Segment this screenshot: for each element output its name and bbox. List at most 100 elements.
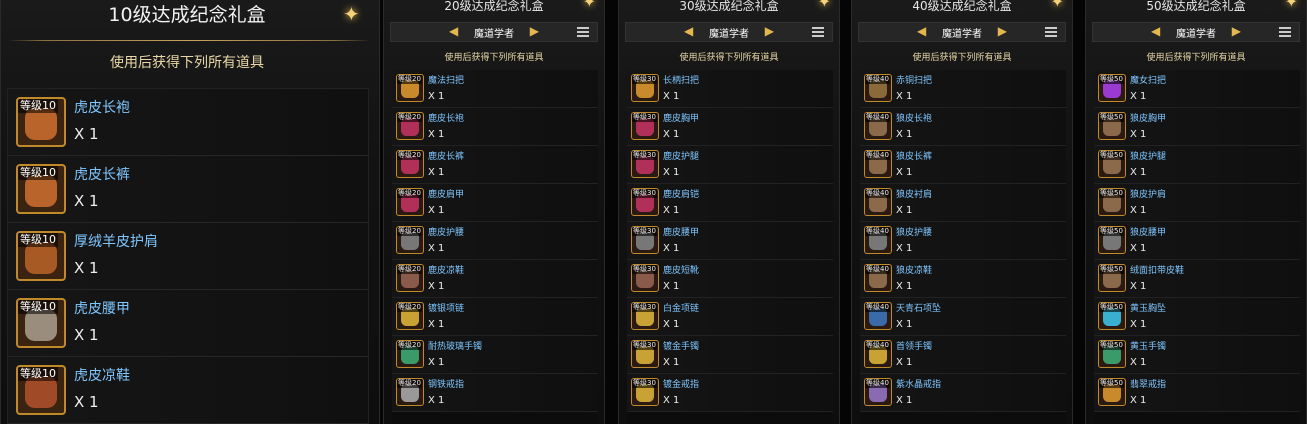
reward-item[interactable]: 等级40 首领手镯 X 1	[860, 336, 1066, 374]
item-icon[interactable]: 等级20	[396, 302, 424, 330]
reward-item[interactable]: 等级40 狼皮长袍 X 1	[860, 108, 1066, 146]
arrow-right-icon[interactable]: ▶	[530, 24, 539, 38]
reward-list[interactable]: 等级30 长柄扫把 X 1 等级30 鹿皮胸甲 X 1 等级30 鹿皮护腿 X 1 等级30 鹿皮肩…	[627, 70, 833, 424]
reward-item[interactable]: 等级40 狼皮长裤 X 1	[860, 146, 1066, 184]
reward-item[interactable]: 等级50 魔女扫把 X 1	[1094, 70, 1300, 108]
reward-item[interactable]: 等级40 赤铜扫把 X 1	[860, 70, 1066, 108]
item-shoulder-icon[interactable]: 等级10	[16, 231, 66, 281]
item-icon[interactable]: 等级20	[396, 188, 424, 216]
reward-item[interactable]: 等级40 天青石项坠 X 1	[860, 298, 1066, 336]
class-selector[interactable]: ◀ 魔道学者 ▶	[858, 22, 1066, 42]
reward-item[interactable]: 等级30 鹿皮护腿 X 1	[627, 146, 833, 184]
reward-item[interactable]: 等级30 镀金戒指 X 1	[627, 374, 833, 412]
item-icon[interactable]: 等级40	[864, 340, 892, 368]
item-icon[interactable]: 等级30	[631, 340, 659, 368]
item-icon[interactable]: 等级30	[631, 264, 659, 292]
reward-item[interactable]: 等级30 鹿皮腰甲 X 1	[627, 222, 833, 260]
item-icon[interactable]: 等级20	[396, 150, 424, 178]
class-selector[interactable]: ◀ 魔道学者 ▶	[625, 22, 833, 42]
item-icon[interactable]: 等级20	[396, 226, 424, 254]
reward-item[interactable]: 等级50 狼皮胸甲 X 1	[1094, 108, 1300, 146]
reward-item[interactable]: 等级20 鹿皮肩甲 X 1	[392, 184, 598, 222]
item-icon[interactable]: 等级30	[631, 226, 659, 254]
reward-item[interactable]: 等级20 鹿皮护腰 X 1	[392, 222, 598, 260]
reward-item[interactable]: 等级20 鹿皮长袍 X 1	[392, 108, 598, 146]
item-icon[interactable]: 等级40	[864, 74, 892, 102]
reward-list[interactable]: 等级40 赤铜扫把 X 1 等级40 狼皮长袍 X 1 等级40 狼皮长裤 X 1 等级40 狼皮衬…	[860, 70, 1066, 424]
item-icon[interactable]: 等级20	[396, 74, 424, 102]
reward-item[interactable]: 等级40 狼皮衬肩 X 1	[860, 184, 1066, 222]
reward-item[interactable]: 等级50 狼皮护腿 X 1	[1094, 146, 1300, 184]
reward-item[interactable]: 等级20 魔法扫把 X 1	[392, 70, 598, 108]
reward-item[interactable]: 等级10 虎皮长裤 X 1	[8, 156, 368, 223]
item-icon[interactable]: 等级50	[1098, 74, 1126, 102]
reward-item[interactable]: 等级50 绒面扣带皮鞋 X 1	[1094, 260, 1300, 298]
reward-item[interactable]: 等级50 黄玉胸坠 X 1	[1094, 298, 1300, 336]
reward-item[interactable]: 等级10 厚绒羊皮护肩 X 1	[8, 223, 368, 290]
list-icon[interactable]	[577, 27, 589, 37]
item-icon[interactable]: 等级40	[864, 188, 892, 216]
item-icon[interactable]: 等级50	[1098, 264, 1126, 292]
item-icon[interactable]: 等级30	[631, 188, 659, 216]
arrow-right-icon[interactable]: ▶	[765, 24, 774, 38]
item-icon[interactable]: 等级30	[631, 74, 659, 102]
item-belt-icon[interactable]: 等级10	[16, 298, 66, 348]
item-icon[interactable]: 等级30	[631, 112, 659, 140]
reward-item[interactable]: 等级30 鹿皮胸甲 X 1	[627, 108, 833, 146]
item-icon[interactable]: 等级20	[396, 340, 424, 368]
item-icon[interactable]: 等级40	[864, 226, 892, 254]
item-icon[interactable]: 等级50	[1098, 378, 1126, 406]
reward-item[interactable]: 等级30 长柄扫把 X 1	[627, 70, 833, 108]
reward-item[interactable]: 等级20 鹿皮长裤 X 1	[392, 146, 598, 184]
reward-item[interactable]: 等级40 狼皮护腰 X 1	[860, 222, 1066, 260]
reward-item[interactable]: 等级50 翡翠戒指 X 1	[1094, 374, 1300, 412]
item-icon[interactable]: 等级50	[1098, 302, 1126, 330]
reward-item[interactable]: 等级30 镀金手镯 X 1	[627, 336, 833, 374]
reward-item[interactable]: 等级30 鹿皮肩铠 X 1	[627, 184, 833, 222]
reward-item[interactable]: 等级10 虎皮腰甲 X 1	[8, 290, 368, 357]
class-selector[interactable]: ◀ 魔道学者 ▶	[1092, 22, 1300, 42]
reward-item[interactable]: 等级50 狼皮护肩 X 1	[1094, 184, 1300, 222]
reward-item[interactable]: 等级40 狼皮凉鞋 X 1	[860, 260, 1066, 298]
item-icon[interactable]: 等级50	[1098, 226, 1126, 254]
reward-item[interactable]: 等级40 紫水晶戒指 X 1	[860, 374, 1066, 412]
reward-item[interactable]: 等级10 虎皮长袍 X 1	[8, 89, 368, 156]
reward-list[interactable]: 等级10 虎皮长袍 X 1 等级10 虎皮长裤 X 1 等级10 厚绒羊皮护肩 …	[7, 88, 369, 424]
arrow-right-icon[interactable]: ▶	[998, 24, 1007, 38]
item-icon[interactable]: 等级30	[631, 302, 659, 330]
item-icon[interactable]: 等级40	[864, 302, 892, 330]
reward-item[interactable]: 等级20 耐热玻璃手镯 X 1	[392, 336, 598, 374]
item-robe-icon[interactable]: 等级10	[16, 97, 66, 147]
item-pants-icon[interactable]: 等级10	[16, 164, 66, 214]
item-icon[interactable]: 等级50	[1098, 150, 1126, 178]
reward-item[interactable]: 等级20 钢铁戒指 X 1	[392, 374, 598, 412]
reward-item[interactable]: 等级20 镀银项链 X 1	[392, 298, 598, 336]
reward-list[interactable]: 等级50 魔女扫把 X 1 等级50 狼皮胸甲 X 1 等级50 狼皮护腿 X 1 等级50 狼皮护…	[1094, 70, 1300, 424]
item-icon[interactable]: 等级50	[1098, 340, 1126, 368]
item-icon[interactable]: 等级20	[396, 378, 424, 406]
reward-item[interactable]: 等级50 黄玉手镯 X 1	[1094, 336, 1300, 374]
reward-item[interactable]: 等级30 白金项链 X 1	[627, 298, 833, 336]
item-icon[interactable]: 等级40	[864, 378, 892, 406]
reward-item[interactable]: 等级10 虎皮凉鞋 X 1	[8, 357, 368, 424]
list-icon[interactable]	[812, 27, 824, 37]
item-icon[interactable]: 等级40	[864, 264, 892, 292]
item-sandal-icon[interactable]: 等级10	[16, 365, 66, 415]
item-icon[interactable]: 等级50	[1098, 188, 1126, 216]
item-icon[interactable]: 等级30	[631, 378, 659, 406]
item-icon[interactable]: 等级40	[864, 112, 892, 140]
reward-list[interactable]: 等级20 魔法扫把 X 1 等级20 鹿皮长袍 X 1 等级20 鹿皮长裤 X 1 等级20 鹿皮肩…	[392, 70, 598, 424]
reward-item[interactable]: 等级20 鹿皮凉鞋 X 1	[392, 260, 598, 298]
class-selector[interactable]: ◀ 魔道学者 ▶	[390, 22, 598, 42]
list-icon[interactable]	[1279, 27, 1291, 37]
item-level-badge: 等级30	[632, 303, 657, 312]
reward-item[interactable]: 等级50 狼皮腰甲 X 1	[1094, 222, 1300, 260]
arrow-right-icon[interactable]: ▶	[1232, 24, 1241, 38]
item-icon[interactable]: 等级50	[1098, 112, 1126, 140]
item-icon[interactable]: 等级30	[631, 150, 659, 178]
list-icon[interactable]	[1045, 27, 1057, 37]
reward-item[interactable]: 等级30 鹿皮短靴 X 1	[627, 260, 833, 298]
item-icon[interactable]: 等级20	[396, 264, 424, 292]
item-icon[interactable]: 等级20	[396, 112, 424, 140]
item-icon[interactable]: 等级40	[864, 150, 892, 178]
